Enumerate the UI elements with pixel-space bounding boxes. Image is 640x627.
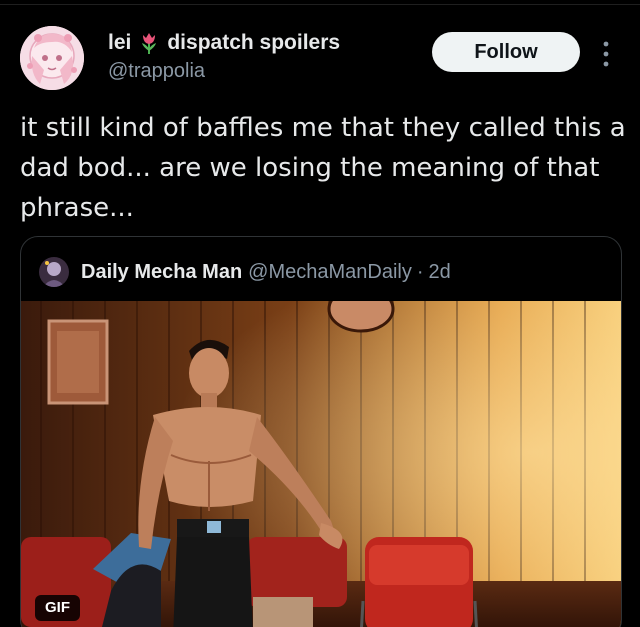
more-options-icon[interactable]	[596, 36, 616, 72]
avatar[interactable]	[20, 26, 84, 90]
avatar-image	[20, 26, 84, 90]
tulip-icon	[139, 31, 159, 55]
quoted-tweet-header: Daily Mecha Man @MechaManDaily · 2d	[39, 257, 451, 287]
display-name[interactable]: lei dispatch spoilers	[108, 30, 340, 56]
author-info: lei dispatch spoilers @trappolia	[108, 30, 340, 83]
follow-button[interactable]: Follow	[432, 32, 580, 72]
display-name-part2: dispatch spoilers	[167, 31, 341, 54]
quoted-handle[interactable]: @MechaManDaily	[248, 261, 412, 284]
quoted-timestamp[interactable]: 2d	[429, 261, 451, 284]
divider	[0, 4, 640, 5]
display-name-part1: lei	[108, 31, 132, 54]
gif-badge: GIF	[35, 595, 80, 621]
tweet-page: lei dispatch spoilers @trappolia Follow …	[0, 0, 640, 627]
tweet-text: it still kind of baffles me that they ca…	[20, 113, 626, 223]
quoted-tweet-card[interactable]: Daily Mecha Man @MechaManDaily · 2d GIF	[20, 236, 622, 627]
gif-frame-image	[21, 301, 621, 627]
author-handle[interactable]: @trappolia	[108, 60, 340, 83]
quoted-display-name[interactable]: Daily Mecha Man	[81, 261, 242, 284]
separator-dot: ·	[416, 260, 424, 283]
quoted-avatar[interactable]	[39, 257, 69, 287]
quoted-media-gif[interactable]: GIF	[21, 301, 621, 627]
